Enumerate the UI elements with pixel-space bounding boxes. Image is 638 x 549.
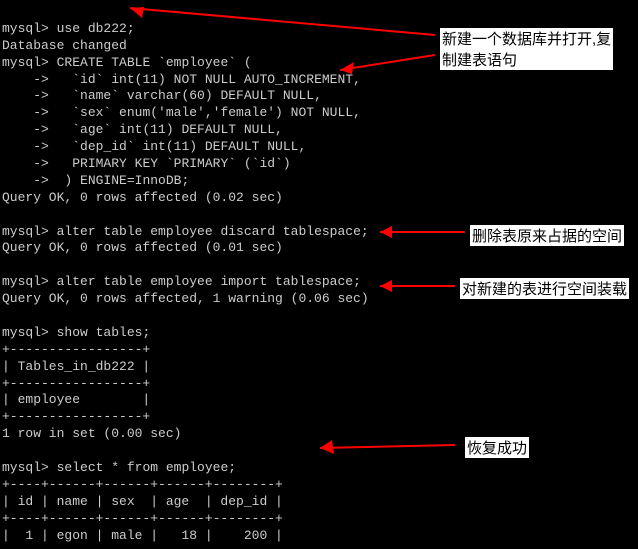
create-line: `age` int(11) DEFAULT NULL, — [57, 122, 283, 137]
table-header: | Tables_in_db222 | — [2, 359, 150, 374]
cmd-import: alter table employee import tablespace; — [57, 274, 361, 289]
table-border: +-----------------+ — [2, 342, 150, 357]
annotation-import: 对新建的表进行空间装载 — [460, 278, 629, 299]
create-line: ) ENGINE=InnoDB; — [57, 173, 190, 188]
table-border: +-----------------+ — [2, 409, 150, 424]
prompt: mysql> — [2, 460, 49, 475]
cmd-select: select * from employee; — [57, 460, 236, 475]
prompt: mysql> — [2, 274, 49, 289]
create-line: `dep_id` int(11) DEFAULT NULL, — [57, 139, 307, 154]
cmd-discard: alter table employee discard tablespace; — [57, 224, 369, 239]
cmd-create: CREATE TABLE `employee` ( — [57, 55, 252, 70]
cont-prompt: -> — [2, 122, 49, 137]
table-row: | employee | — [2, 392, 150, 407]
cont-prompt: -> — [2, 156, 49, 171]
result-create: Query OK, 0 rows affected (0.02 sec) — [2, 190, 283, 205]
result-import: Query OK, 0 rows affected, 1 warning (0.… — [2, 291, 369, 306]
create-line: `name` varchar(60) DEFAULT NULL, — [57, 88, 322, 103]
cont-prompt: -> — [2, 173, 49, 188]
prompt: mysql> — [2, 325, 49, 340]
prompt: mysql> — [2, 55, 49, 70]
cont-prompt: -> — [2, 139, 49, 154]
cont-prompt: -> — [2, 105, 49, 120]
create-line: PRIMARY KEY `PRIMARY` (`id`) — [57, 156, 291, 171]
create-line: `sex` enum('male','female') NOT NULL, — [57, 105, 361, 120]
annotation-create-db: 新建一个数据库并打开,复制建表语句 — [440, 28, 613, 70]
annotation-success: 恢复成功 — [465, 437, 529, 458]
annotation-discard: 删除表原来占据的空间 — [470, 225, 624, 246]
prompt: mysql> — [2, 224, 49, 239]
create-line: `id` int(11) NOT NULL AUTO_INCREMENT, — [57, 72, 361, 87]
select-border: +----+------+------+------+--------+ — [2, 511, 283, 526]
cont-prompt: -> — [2, 72, 49, 87]
terminal-output: mysql> use db222; Database changed mysql… — [0, 0, 638, 549]
cont-prompt: -> — [2, 88, 49, 103]
table-border: +-----------------+ — [2, 376, 150, 391]
select-header: | id | name | sex | age | dep_id | — [2, 494, 283, 509]
result-discard: Query OK, 0 rows affected (0.01 sec) — [2, 240, 283, 255]
select-row: | 1 | egon | male | 18 | 200 | — [2, 528, 283, 543]
select-border: +----+------+------+------+--------+ — [2, 477, 283, 492]
cmd-show: show tables; — [57, 325, 151, 340]
cmd-use: use db222; — [57, 21, 135, 36]
result-dbchanged: Database changed — [2, 38, 127, 53]
result-show: 1 row in set (0.00 sec) — [2, 426, 181, 441]
prompt: mysql> — [2, 21, 49, 36]
